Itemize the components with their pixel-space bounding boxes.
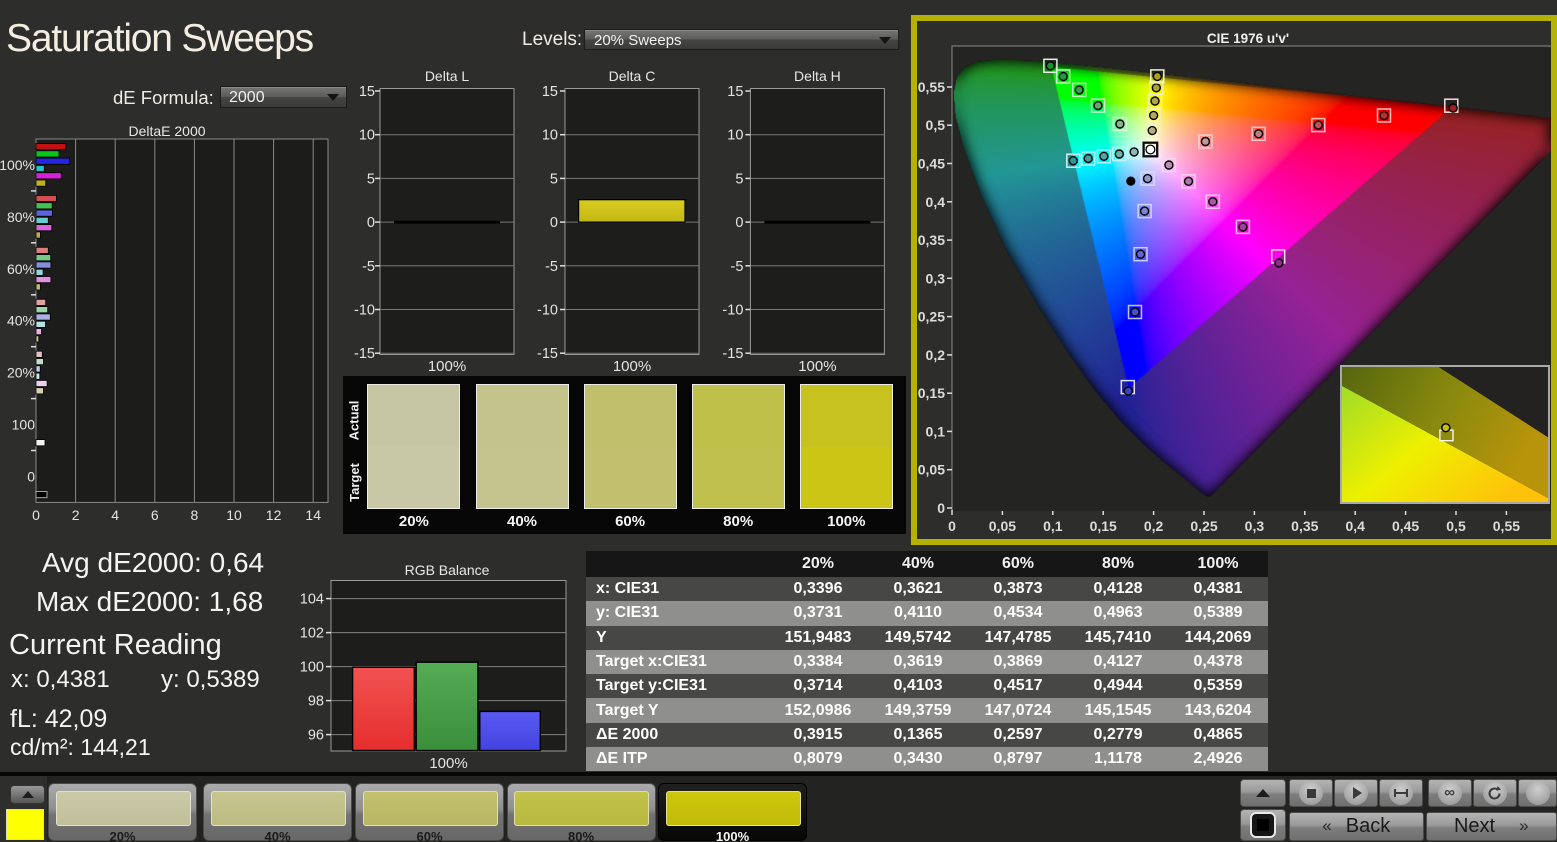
- svg-text:0,05: 0,05: [989, 518, 1016, 534]
- svg-text:102: 102: [300, 626, 324, 642]
- svg-text:0: 0: [27, 469, 35, 485]
- svg-text:-15: -15: [722, 346, 743, 362]
- svg-text:-10: -10: [537, 303, 558, 319]
- svg-text:0,25: 0,25: [918, 309, 945, 325]
- svg-text:0: 0: [735, 215, 743, 231]
- svg-text:5: 5: [550, 171, 558, 187]
- svg-text:60%: 60%: [7, 261, 35, 277]
- svg-text:0: 0: [550, 215, 558, 231]
- svg-text:-10: -10: [354, 303, 375, 319]
- svg-text:-5: -5: [545, 259, 558, 275]
- svg-text:10: 10: [727, 128, 743, 144]
- svg-text:0,45: 0,45: [1392, 518, 1419, 534]
- svg-text:0,35: 0,35: [1291, 518, 1318, 534]
- svg-text:8: 8: [191, 507, 199, 523]
- svg-text:6: 6: [151, 507, 159, 523]
- svg-text:12: 12: [266, 507, 282, 523]
- svg-text:98: 98: [308, 694, 324, 710]
- svg-text:-15: -15: [354, 346, 375, 362]
- svg-text:0,4: 0,4: [1345, 518, 1365, 534]
- svg-text:100: 100: [12, 417, 36, 433]
- svg-text:0,5: 0,5: [1446, 518, 1466, 534]
- svg-text:0,2: 0,2: [1144, 518, 1164, 534]
- svg-text:5: 5: [367, 171, 375, 187]
- svg-text:0: 0: [32, 507, 40, 523]
- svg-text:0,15: 0,15: [918, 385, 945, 401]
- svg-text:2: 2: [72, 507, 80, 523]
- svg-text:0,5: 0,5: [926, 117, 946, 133]
- svg-text:96: 96: [308, 728, 324, 744]
- svg-text:14: 14: [305, 507, 321, 523]
- svg-text:100%: 100%: [798, 358, 836, 375]
- svg-text:DeltaE 2000: DeltaE 2000: [128, 123, 205, 139]
- svg-text:15: 15: [542, 84, 558, 100]
- svg-text:80%: 80%: [7, 209, 35, 225]
- svg-text:100%: 100%: [428, 358, 466, 375]
- svg-text:100%: 100%: [0, 157, 35, 173]
- svg-text:0: 0: [367, 215, 375, 231]
- svg-text:-10: -10: [722, 303, 743, 319]
- svg-text:20%: 20%: [7, 365, 35, 381]
- svg-text:15: 15: [727, 84, 743, 100]
- svg-text:0,2: 0,2: [926, 347, 946, 363]
- svg-text:0,1: 0,1: [1043, 518, 1063, 534]
- svg-text:0: 0: [948, 518, 956, 534]
- svg-text:104: 104: [300, 592, 324, 608]
- svg-text:100: 100: [300, 660, 324, 676]
- svg-text:0: 0: [937, 500, 945, 516]
- svg-text:15: 15: [359, 84, 375, 100]
- svg-text:0,1: 0,1: [926, 423, 946, 439]
- svg-text:10: 10: [542, 128, 558, 144]
- svg-text:Delta C: Delta C: [609, 68, 656, 84]
- svg-text:RGB Balance: RGB Balance: [405, 562, 490, 578]
- svg-text:CIE 1976 u'v': CIE 1976 u'v': [1207, 31, 1289, 46]
- svg-text:10: 10: [359, 128, 375, 144]
- svg-text:Delta L: Delta L: [425, 68, 470, 84]
- svg-text:0,15: 0,15: [1090, 518, 1117, 534]
- svg-text:0,3: 0,3: [926, 270, 946, 286]
- svg-text:-5: -5: [730, 259, 743, 275]
- svg-text:100%: 100%: [613, 358, 651, 375]
- svg-text:Delta H: Delta H: [794, 68, 841, 84]
- svg-text:0,55: 0,55: [1493, 518, 1520, 534]
- svg-text:0,4: 0,4: [926, 194, 946, 210]
- svg-text:0,45: 0,45: [918, 156, 945, 172]
- svg-text:10: 10: [226, 507, 242, 523]
- svg-text:0,55: 0,55: [918, 79, 945, 95]
- svg-text:100%: 100%: [429, 755, 467, 772]
- svg-text:-15: -15: [537, 346, 558, 362]
- svg-text:0,35: 0,35: [918, 232, 945, 248]
- svg-text:5: 5: [735, 171, 743, 187]
- svg-text:0,05: 0,05: [918, 462, 945, 478]
- svg-text:0,3: 0,3: [1245, 518, 1265, 534]
- svg-text:0,25: 0,25: [1190, 518, 1217, 534]
- svg-text:40%: 40%: [7, 313, 35, 329]
- svg-text:-5: -5: [362, 259, 375, 275]
- svg-text:4: 4: [111, 507, 119, 523]
